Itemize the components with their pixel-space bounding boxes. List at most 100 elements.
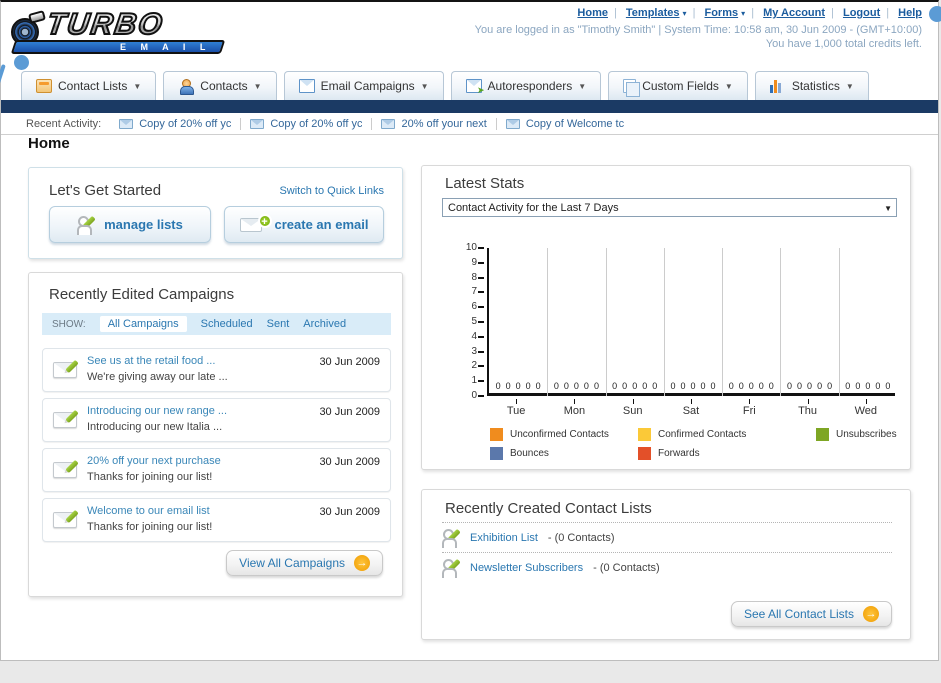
bar-value-labels: 00000	[728, 381, 774, 391]
contact-list-count: - (0 Contacts)	[547, 531, 615, 544]
y-tick-mark	[478, 247, 484, 249]
bar-value-labels: 00000	[845, 381, 891, 391]
tab-contact-lists[interactable]: Contact Lists ▼	[21, 71, 157, 100]
x-tick-label: Sun	[622, 405, 643, 417]
y-tick-label: 10	[465, 242, 477, 253]
gridline	[663, 248, 665, 396]
x-tick-mark	[632, 399, 634, 404]
manage-lists-button[interactable]: manage lists	[49, 206, 211, 243]
bar-value-labels: 00000	[495, 381, 541, 391]
y-tick-mark	[478, 380, 484, 383]
bar-chart-icon	[769, 79, 786, 93]
arrow-right-icon: →	[863, 606, 879, 622]
campaign-date: 30 Jun 2009	[319, 456, 380, 468]
campaign-link[interactable]: 20% off your next purchase	[87, 455, 309, 467]
x-tick-label: Sat	[682, 405, 700, 417]
y-tick-mark	[478, 335, 484, 338]
legend-swatch	[490, 447, 503, 460]
tab-label: Statistics	[791, 79, 840, 93]
envelope-pencil-icon	[53, 359, 79, 378]
x-tick-label: Fri	[742, 405, 756, 417]
campaign-link[interactable]: See us at the retail food ...	[87, 355, 309, 367]
filter-all-campaigns[interactable]: All Campaigns	[99, 316, 187, 332]
header-link-help[interactable]: Help	[898, 7, 922, 19]
envelope-icon	[381, 118, 396, 129]
content-frame: TURBO E M A I L Home | Templates ▾ | Forms…	[0, 0, 941, 661]
logo-banner: E M A I L	[10, 40, 226, 54]
campaign-card[interactable]: 20% off your next purchase Thanks for jo…	[42, 448, 391, 492]
recent-activity-item[interactable]: Copy of 20% off yc	[250, 118, 362, 130]
envelope-pencil-icon	[53, 509, 79, 528]
y-tick-label: 8	[471, 271, 477, 283]
page-title: Home	[28, 135, 70, 152]
filter-sent[interactable]: Sent	[267, 318, 290, 330]
legend-label: Bounces	[510, 448, 549, 459]
credits-status-text: You have 1,000 total credits left.	[765, 38, 922, 50]
tab-statistics[interactable]: Statistics ▼	[754, 71, 869, 100]
y-tick-mark	[478, 261, 484, 264]
filter-archived[interactable]: Archived	[303, 318, 346, 330]
header-link-forms[interactable]: Forms	[704, 7, 738, 19]
campaign-link[interactable]: Introducing our new range ...	[87, 405, 309, 417]
chevron-down-icon: ▼	[133, 81, 142, 91]
x-tick-mark	[516, 399, 518, 404]
header-link-templates[interactable]: Templates	[626, 7, 680, 19]
gridline	[605, 248, 607, 396]
main-nav: Contact Lists ▼ Contacts ▼ Email Campaigns…	[1, 64, 938, 100]
contact-list-row[interactable]: Exhibition List - (0 Contacts)	[442, 522, 892, 552]
tab-label: Email Campaigns	[320, 79, 415, 93]
annotation-dot-right	[929, 6, 941, 22]
contact-list-items: Exhibition List - (0 Contacts) Newslette…	[442, 522, 892, 582]
x-tick-mark	[807, 399, 809, 404]
envelope-icon	[119, 118, 134, 129]
header-link-home[interactable]: Home	[577, 7, 608, 19]
header: TURBO E M A I L Home | Templates ▾ | Forms…	[1, 4, 941, 64]
recent-activity-item[interactable]: Copy of Welcome tc	[505, 118, 624, 130]
see-all-contact-lists-button[interactable]: See All Contact Lists →	[730, 601, 892, 627]
campaign-link[interactable]: Welcome to our email list	[87, 505, 309, 517]
legend-swatch	[490, 428, 503, 441]
stats-range-select[interactable]: Contact Activity for the Last 7 Days ▼	[442, 198, 897, 217]
contact-list-link[interactable]: Exhibition List	[470, 532, 538, 544]
pages-icon	[623, 79, 641, 97]
tab-custom-fields[interactable]: Custom Fields ▼	[608, 71, 748, 100]
arrow-right-icon: →	[354, 555, 370, 571]
campaign-card[interactable]: Introducing our new range ... Introducin…	[42, 398, 391, 442]
legend-item: Forwards	[638, 447, 816, 460]
tab-contacts[interactable]: Contacts ▼	[163, 71, 277, 100]
tab-autoresponders[interactable]: Autoresponders ▼	[450, 71, 602, 100]
envelope-pencil-icon	[53, 459, 79, 478]
chart-x-axis: Tue Mon Sun Sat Fri Thu Wed	[487, 399, 895, 423]
chevron-down-icon: ▾	[682, 9, 687, 18]
campaign-card[interactable]: Welcome to our email list Thanks for joi…	[42, 498, 391, 542]
view-all-campaigns-button[interactable]: View All Campaigns →	[226, 550, 383, 576]
create-email-button[interactable]: + create an email	[224, 206, 384, 243]
contact-list-link[interactable]: Newsletter Subscribers	[470, 562, 583, 574]
y-tick-label: 2	[471, 360, 477, 372]
chart-plot-area: 00000 00000 00000 00000 00000 00000 00000	[487, 248, 895, 396]
y-tick-mark	[478, 365, 484, 368]
y-tick-mark	[478, 306, 484, 309]
y-tick-label: 3	[471, 345, 477, 357]
header-link-logout[interactable]: Logout	[843, 7, 880, 19]
switch-quick-links[interactable]: Switch to Quick Links	[279, 185, 384, 197]
tab-email-campaigns[interactable]: Email Campaigns ▼	[283, 71, 444, 100]
header-links: Home | Templates ▾ | Forms ▾ | My Account | …	[577, 7, 922, 19]
contact-lists-title: Recently Created Contact Lists	[445, 500, 652, 517]
recent-activity-item[interactable]: Copy of 20% off yc	[119, 118, 231, 130]
person-pencil-icon	[442, 558, 461, 578]
header-link-my-account[interactable]: My Account	[763, 7, 825, 19]
campaign-card[interactable]: See us at the retail food ... We're givi…	[42, 348, 391, 392]
filter-scheduled[interactable]: Scheduled	[201, 318, 253, 330]
annotation-dot-left	[14, 55, 29, 70]
contact-list-row[interactable]: Newsletter Subscribers - (0 Contacts)	[442, 552, 892, 582]
gridline	[547, 248, 549, 396]
legend-label: Confirmed Contacts	[658, 429, 747, 440]
legend-swatch	[816, 428, 829, 441]
get-started-title: Let's Get Started	[49, 182, 162, 199]
recent-activity-item[interactable]: 20% off your next	[381, 118, 487, 130]
person-pencil-icon	[77, 215, 96, 235]
legend-label: Unconfirmed Contacts	[510, 429, 609, 440]
envelope-arrow-icon	[465, 79, 485, 96]
turbo-email-logo: TURBO E M A I L	[9, 7, 234, 56]
